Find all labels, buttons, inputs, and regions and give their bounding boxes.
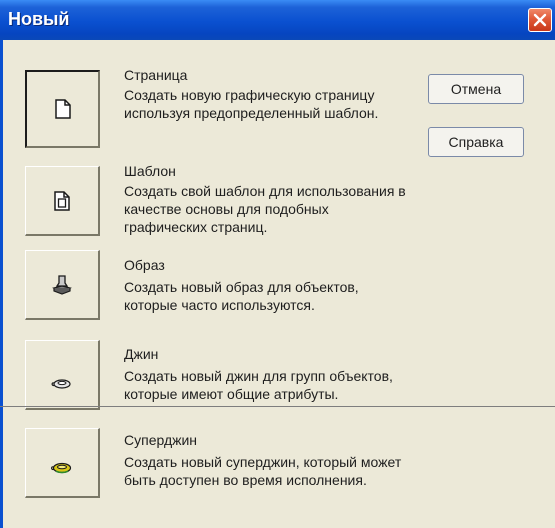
genie-item-title: Джин — [124, 346, 159, 362]
supergenie-item-description: Создать новый суперджин, который может б… — [124, 454, 402, 488]
page-item-title: Страница — [124, 67, 188, 83]
cancel-button[interactable]: Отмена — [428, 74, 524, 104]
page-item-description: Создать новую графическую страницу испол… — [124, 87, 379, 121]
template-item-title: Шаблон — [124, 163, 176, 179]
supergenie-item-title: Суперджин — [124, 432, 198, 448]
page-type-button[interactable] — [25, 70, 100, 148]
help-button[interactable]: Справка — [428, 127, 524, 157]
supergenie-type-button[interactable] — [25, 428, 100, 498]
genie-type-button[interactable] — [25, 340, 100, 410]
stamp-icon — [51, 274, 73, 295]
template-item-description: Создать свой шаблон для использования в … — [124, 183, 406, 235]
symbol-item-title: Образ — [124, 257, 165, 273]
new-dialog: Новый Страница Создать новую графическую… — [0, 0, 555, 528]
genie-lamp-icon — [51, 378, 71, 389]
supergenie-lamp-icon — [51, 462, 72, 473]
divider-line — [0, 406, 555, 407]
title-bar: Новый — [0, 0, 555, 40]
template-icon — [54, 190, 70, 211]
genie-item-description: Создать новый джин для групп объектов, к… — [124, 368, 393, 402]
template-type-button[interactable] — [25, 166, 100, 236]
symbol-type-button[interactable] — [25, 250, 100, 320]
window-title: Новый — [8, 9, 70, 29]
page-icon — [54, 99, 71, 119]
close-button[interactable] — [528, 8, 552, 32]
symbol-item-description: Создать новый образ для объектов, которы… — [124, 279, 359, 313]
close-icon — [533, 13, 547, 27]
